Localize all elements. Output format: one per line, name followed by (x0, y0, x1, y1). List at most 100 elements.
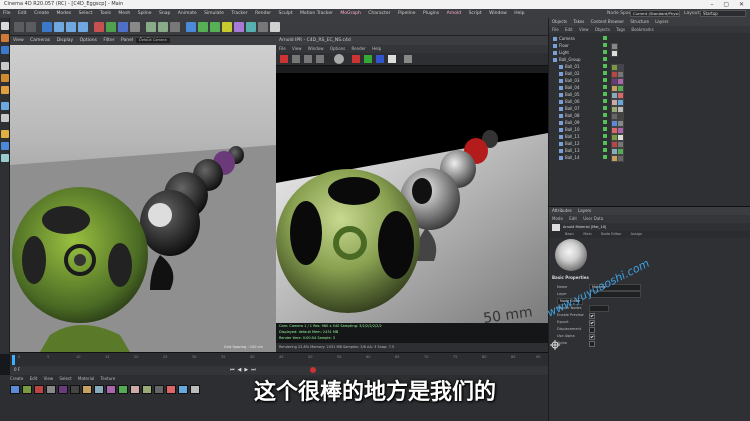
render-view-icon[interactable] (146, 22, 156, 32)
camera-icon[interactable] (258, 22, 268, 32)
world-coords-icon[interactable] (130, 22, 140, 32)
alpha-checkbox[interactable] (589, 341, 595, 347)
crop-icon[interactable] (404, 55, 412, 63)
sphere-preview-icon[interactable] (334, 54, 344, 64)
render-menu-view[interactable]: View (292, 46, 302, 51)
scale-icon[interactable] (66, 22, 76, 32)
snapshot-icon[interactable] (304, 55, 312, 63)
menu-character[interactable]: Character (368, 11, 390, 16)
tab-structure[interactable]: Structure (630, 19, 649, 24)
menu-pipeline[interactable]: Pipeline (398, 11, 416, 16)
record-icon[interactable] (310, 367, 316, 373)
list-item[interactable]: Camera (553, 35, 743, 42)
list-item[interactable]: Ball_06 (553, 98, 743, 106)
menu-motion-tracker[interactable]: Motion Tracker (300, 11, 333, 16)
timeline[interactable]: 0 5 10 15 20 25 30 35 40 45 50 55 60 65 … (10, 352, 548, 366)
undo-icon[interactable] (14, 22, 24, 32)
list-item[interactable]: Ball_03 (553, 77, 743, 85)
list-item[interactable]: Ball_12 (553, 140, 743, 148)
stop-render-icon[interactable] (280, 55, 288, 63)
polygons-mode-icon[interactable] (1, 86, 9, 94)
attr-menu-edit[interactable]: Edit (569, 216, 577, 221)
menu-mograph[interactable]: MoGraph (340, 11, 360, 16)
list-item[interactable]: Ball_10 (553, 126, 743, 134)
list-item[interactable]: Ball_07 (553, 105, 743, 113)
move-icon[interactable] (54, 22, 64, 32)
menu-mesh[interactable]: Mesh (118, 11, 130, 16)
rotate-icon[interactable] (78, 22, 88, 32)
obj-menu-view[interactable]: View (579, 27, 589, 32)
menu-help[interactable]: Help (514, 11, 524, 16)
alpha-channel-icon[interactable] (388, 55, 396, 63)
list-item[interactable]: Floor (553, 42, 743, 50)
list-item[interactable]: Ball_Group (553, 56, 743, 63)
menu-sculpt[interactable]: Sculpt (279, 11, 293, 16)
cube-icon[interactable] (186, 22, 196, 32)
x-axis-icon[interactable] (94, 22, 104, 32)
tab-layers[interactable]: Layers (655, 19, 668, 24)
live-selection-icon[interactable] (42, 22, 52, 32)
menu-simulate[interactable]: Simulate (204, 11, 224, 16)
list-item[interactable]: Ball_14 (553, 154, 743, 162)
render-view[interactable]: Arnold IPR - C4D_RS_EC_NS.c4d File View … (276, 36, 548, 352)
tab-content-browser[interactable]: Content Browser (591, 19, 624, 24)
render-menu-file[interactable]: File (279, 46, 286, 51)
redo-icon[interactable] (26, 22, 36, 32)
viewport-perspective[interactable]: View Cameras Display Options Filter Pane… (10, 36, 276, 352)
export-checkbox[interactable] (589, 320, 595, 326)
viewport-menu-cameras[interactable]: Cameras (30, 38, 50, 43)
render-menu-options[interactable]: Options (330, 46, 345, 51)
obj-menu-file[interactable]: File (552, 27, 559, 32)
list-item[interactable]: Ball_08 (553, 112, 743, 120)
timeline-playhead[interactable] (12, 355, 15, 365)
list-item[interactable]: Ball_02 (553, 70, 743, 78)
list-item[interactable]: Ball_11 (553, 133, 743, 141)
z-axis-icon[interactable] (118, 22, 128, 32)
list-item[interactable]: Ball_01 (553, 63, 743, 71)
list-item[interactable]: Ball_09 (553, 119, 743, 127)
viewport-menu-view[interactable]: View (13, 38, 24, 43)
render-menu-window[interactable]: Window (308, 46, 324, 51)
menu-spline[interactable]: Spline (138, 11, 152, 16)
obj-menu-tags[interactable]: Tags (616, 27, 625, 32)
menu-tools[interactable]: Tools (100, 11, 111, 16)
render-menu-render[interactable]: Render (352, 46, 366, 51)
enable-preview-checkbox[interactable] (589, 313, 595, 319)
tab-attributes[interactable]: Attributes (552, 208, 572, 213)
menu-create[interactable]: Create (34, 11, 49, 16)
subdivision-icon[interactable] (210, 22, 220, 32)
menu-window[interactable]: Window (489, 11, 507, 16)
tweak-mode-icon[interactable] (1, 114, 9, 122)
viewport-menu-filter[interactable]: Filter (103, 38, 114, 43)
tab-objects[interactable]: Objects (552, 19, 567, 24)
obj-menu-edit[interactable]: Edit (565, 27, 573, 32)
menu-script[interactable]: Script (469, 11, 482, 16)
menu-render[interactable]: Render (255, 11, 271, 16)
menu-snap[interactable]: Snap (159, 11, 170, 16)
menu-plugins[interactable]: Plugins (423, 11, 439, 16)
menu-arnold[interactable]: Arnold (447, 11, 462, 16)
window-controls[interactable]: – ▢ ✕ (710, 0, 748, 9)
menu-select[interactable]: Select (79, 11, 93, 16)
light-icon[interactable] (270, 22, 280, 32)
list-item[interactable]: Ball_04 (553, 84, 743, 92)
green-channel-icon[interactable] (364, 55, 372, 63)
attr-menu-user-data[interactable]: User Data (583, 216, 603, 221)
texture-mode-icon[interactable] (1, 34, 9, 42)
model-mode-icon[interactable] (1, 22, 9, 30)
attr-menu-mode[interactable]: Mode (552, 216, 563, 221)
edges-mode-icon[interactable] (1, 74, 9, 82)
menu-edit[interactable]: Edit (18, 11, 27, 16)
node-space-select[interactable]: Current (Standard/Physical) (630, 10, 680, 17)
subtab-basic[interactable]: Basic (565, 232, 574, 236)
list-item[interactable]: Ball_05 (553, 91, 743, 99)
menu-file[interactable]: File (3, 11, 11, 16)
viewport-menu-options[interactable]: Options (80, 38, 97, 43)
planar-workplane-icon[interactable] (1, 154, 9, 162)
playback-controls[interactable]: ⏮◀▶⏭ (230, 367, 300, 373)
tab-attr-layers[interactable]: Layers (578, 208, 591, 213)
displacement-checkbox[interactable] (589, 327, 595, 333)
viewport-menu-panel[interactable]: Panel (121, 38, 133, 43)
viewport-menu-display[interactable]: Display (57, 38, 74, 43)
subtab-node-editor[interactable]: Node Editor (601, 232, 622, 236)
